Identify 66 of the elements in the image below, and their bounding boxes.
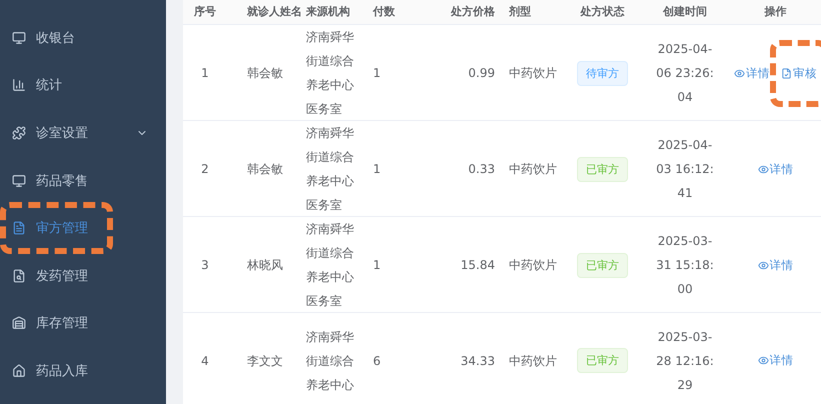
table-cell-text: 2025-04-03 16:12:41 — [655, 137, 715, 202]
details-link[interactable]: 详情 — [758, 162, 794, 176]
table-cell-text: 中药饮片 — [508, 352, 558, 370]
menu-icon — [12, 364, 26, 378]
status-tag: 已审方 — [577, 252, 628, 278]
table-cell-text: 中药饮片 — [508, 257, 558, 274]
column-header: 来源机构 — [305, 4, 351, 20]
column-header: 操作 — [763, 4, 788, 20]
table-cell-text: 15.84 — [460, 257, 496, 274]
status-tag: 已审方 — [577, 348, 628, 373]
table-cell-text: 2025-03-28 12:16:29 — [655, 328, 715, 394]
table-cell-text: 1 — [200, 65, 210, 82]
column-header: 创建时间 — [662, 4, 708, 20]
table-cell-text: 3 — [200, 257, 210, 274]
sidebar-item[interactable]: 诊室设置 — [0, 109, 166, 157]
column-header: 剂型 — [508, 4, 532, 20]
table-cell-text: 济南舜华街道综合养老中心 — [305, 328, 355, 394]
status-tag: 待审方 — [577, 60, 628, 86]
menu-icon — [12, 78, 26, 92]
table-cell-text: 34.33 — [460, 352, 496, 370]
menu-icon — [12, 268, 26, 283]
menu-icon — [12, 126, 26, 140]
column-header: 处方状态 — [579, 4, 626, 20]
details-link[interactable]: 详情 — [758, 258, 794, 272]
table-cell-text: 林晓风 — [246, 257, 284, 274]
sidebar-item[interactable]: 统计 — [0, 62, 166, 110]
table-cell-text: 济南舜华街道综合养老中心医务室 — [305, 221, 355, 310]
table-cell-text: 李文文 — [246, 352, 284, 370]
column-header: 就诊人姓名 — [246, 4, 298, 20]
column-header: 付数 — [372, 4, 396, 20]
table-cell-text: 2 — [200, 161, 210, 178]
details-link[interactable]: 详情 — [758, 353, 794, 368]
menu-icon — [12, 316, 26, 330]
table-cell-text: 1 — [372, 161, 382, 178]
sidebar-item[interactable]: 库存管理 — [0, 300, 166, 348]
eye-icon — [734, 68, 745, 78]
table-cell-text: 济南舜华街道综合养老中心医务室 — [305, 125, 355, 214]
sidebar-item[interactable]: 药品入库 — [0, 347, 166, 395]
eye-icon — [758, 355, 768, 366]
table-cell-text: 1 — [372, 257, 382, 274]
document-icon — [781, 68, 792, 78]
table-cell-text: 韩会敏 — [246, 65, 284, 82]
sidebar-item[interactable]: 发药管理 — [0, 252, 166, 300]
table-cell-text: 2025-03-31 15:18:00 — [655, 233, 715, 298]
table-cell-text: 0.99 — [467, 65, 496, 82]
eye-icon — [758, 260, 768, 270]
status-tag: 已审方 — [577, 156, 628, 182]
menu-icon — [12, 174, 26, 188]
review-link[interactable]: 审核 — [770, 40, 821, 106]
table-cell-text: 济南舜华街道综合养老中心医务室 — [305, 29, 355, 118]
eye-icon — [758, 164, 768, 174]
table-cell-text: 6 — [372, 352, 382, 370]
sidebar-item[interactable]: 药品零售 — [0, 156, 166, 204]
table-cell-text: 4 — [200, 352, 210, 370]
table-cell-text: 1 — [372, 65, 382, 82]
details-link[interactable]: 详情 — [734, 66, 770, 80]
table-cell-text: 韩会敏 — [246, 161, 284, 178]
menu-icon — [12, 30, 26, 45]
table-cell-text: 0.33 — [467, 161, 496, 178]
table-cell-text: 2025-04-06 23:26:04 — [655, 41, 715, 106]
column-header: 处方价格 — [450, 4, 496, 20]
table-cell-text: 中药饮片 — [508, 65, 558, 82]
table-cell-text: 中药饮片 — [508, 161, 558, 178]
column-header: 序号 — [193, 4, 217, 20]
sidebar-item[interactable]: 收银台 — [0, 14, 166, 62]
menu-icon — [12, 221, 26, 236]
